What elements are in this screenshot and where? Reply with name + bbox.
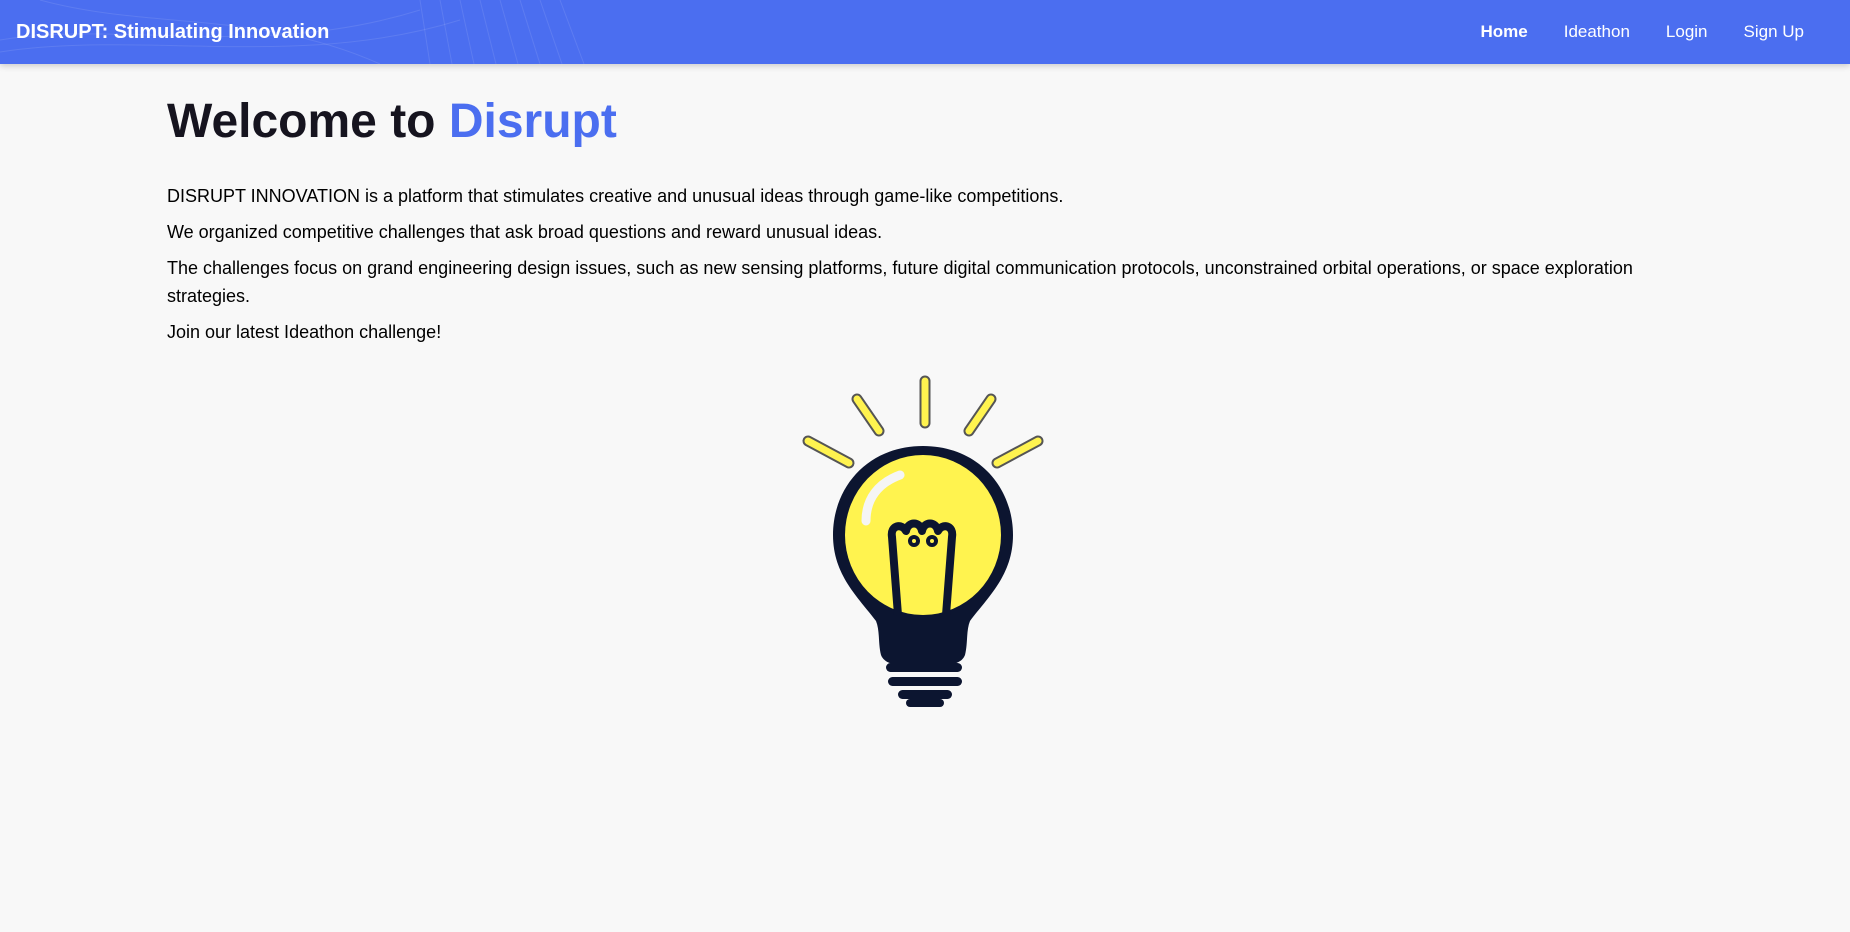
nav-link-sign-up[interactable]: Sign Up <box>1726 22 1822 42</box>
lightbulb-icon <box>802 375 1044 707</box>
intro-paragraph-1: DISRUPT INNOVATION is a platform that st… <box>167 186 1064 206</box>
nav-link-home[interactable]: Home <box>1462 22 1545 42</box>
bulb-base-tip <box>906 699 944 707</box>
ray-far-left <box>802 435 855 469</box>
intro-paragraph-4: Join our latest Ideathon challenge! <box>167 322 442 342</box>
nav-link-ideathon[interactable]: Ideathon <box>1546 22 1648 42</box>
main-content: Welcome to Disrupt DISRUPT INNOVATION is… <box>167 92 1667 354</box>
brand-title[interactable]: DISRUPT: Stimulating Innovation <box>16 0 329 64</box>
ray-far-right <box>991 435 1044 469</box>
navbar: DISRUPT: Stimulating Innovation Home Ide… <box>0 0 1850 64</box>
intro-paragraph-3: The challenges focus on grand engineerin… <box>167 258 1633 306</box>
page-title-prefix: Welcome to <box>167 95 449 148</box>
ray-right <box>963 393 997 437</box>
bulb-base-ring-2 <box>888 677 962 686</box>
page-title: Welcome to Disrupt <box>167 92 1667 152</box>
nav-links: Home Ideathon Login Sign Up <box>1462 0 1822 64</box>
intro-text: DISRUPT INNOVATION is a platform that st… <box>167 182 1667 346</box>
bulb-base-ring-3 <box>898 690 952 699</box>
bulb-glass <box>845 455 1001 615</box>
intro-paragraph-2: We organized competitive challenges that… <box>167 222 883 242</box>
ray-left <box>851 393 885 437</box>
nav-link-login[interactable]: Login <box>1648 22 1726 42</box>
bulb-base-ring-1 <box>886 663 962 672</box>
page-title-accent: Disrupt <box>448 95 617 148</box>
